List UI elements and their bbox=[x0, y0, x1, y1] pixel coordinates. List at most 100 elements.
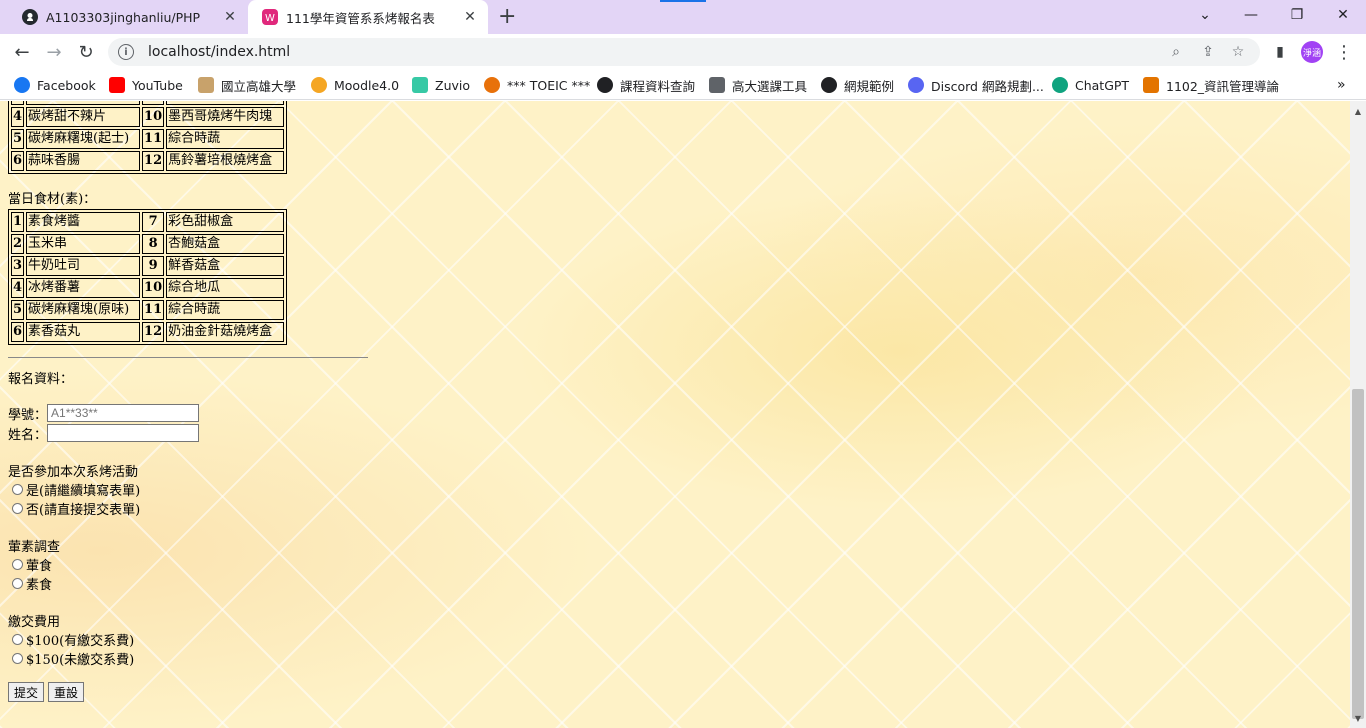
tab-search-chevron-icon[interactable]: ⌄ bbox=[1182, 0, 1228, 30]
diet-meat-option[interactable]: 葷食 bbox=[8, 555, 368, 574]
svg-text:W: W bbox=[265, 13, 275, 24]
scroll-up-icon[interactable]: ▲ bbox=[1350, 103, 1366, 119]
item-number: 9 bbox=[142, 256, 165, 276]
bookmark-discord[interactable]: Discord 網路規劃... bbox=[908, 75, 1044, 95]
submit-button[interactable]: 提交 bbox=[8, 682, 45, 702]
bookmark-moodle[interactable]: Moodle4.0 bbox=[311, 75, 399, 95]
option-label: $100(有繳交系費) bbox=[26, 634, 135, 649]
table-row: 5 碳烤麻糬塊(起士) 11 綜合時蔬 bbox=[11, 129, 285, 149]
item-name: 綜合時蔬 bbox=[166, 300, 285, 320]
bookmark-course-tool[interactable]: 高大選課工具 bbox=[709, 75, 807, 95]
item-name: 綜合地瓜 bbox=[166, 278, 285, 298]
bookmark-site-icon bbox=[1143, 77, 1159, 93]
minimize-button[interactable]: — bbox=[1228, 0, 1274, 30]
item-name: 蒜味香腸 bbox=[26, 151, 141, 171]
option-label: 否(請直接提交表單) bbox=[26, 503, 141, 518]
bookmark-course-query[interactable]: 課程資料查詢 bbox=[597, 75, 695, 95]
item-number: 6 bbox=[11, 322, 25, 342]
close-tab-icon[interactable]: ✕ bbox=[462, 9, 478, 25]
globe-icon bbox=[821, 77, 837, 93]
table-row: 6 素香菇丸 12 奶油金針菇燒烤盒 bbox=[11, 322, 285, 342]
bookmark-chatgpt[interactable]: ChatGPT bbox=[1052, 75, 1129, 95]
veg-ingredients-table: 1 素食烤醬 7 彩色甜椒盒 2 玉米串 8 杏鮑菇盒 3 牛奶吐司 9 鮮香菇盒 4 冰烤番薯 10 綜合地… bbox=[8, 209, 288, 345]
site-info-icon[interactable]: i bbox=[118, 44, 134, 60]
forward-button[interactable]: → bbox=[42, 40, 66, 64]
item-number: 9 bbox=[142, 101, 165, 105]
fee-150-option[interactable]: $150(未繳交系費) bbox=[8, 649, 368, 668]
bookmark-youtube[interactable]: YouTube bbox=[109, 75, 183, 95]
item-number: 6 bbox=[11, 151, 25, 171]
item-number: 11 bbox=[142, 300, 165, 320]
fee-100-radio[interactable] bbox=[12, 634, 23, 645]
moodle-icon bbox=[311, 77, 327, 93]
attend-no-radio[interactable] bbox=[12, 503, 23, 514]
bookmark-facebook[interactable]: Facebook bbox=[14, 75, 96, 95]
attend-no-option[interactable]: 否(請直接提交表單) bbox=[8, 499, 368, 518]
fee-100-option[interactable]: $100(有繳交系費) bbox=[8, 630, 368, 649]
scroll-down-icon[interactable]: ▼ bbox=[1350, 710, 1366, 726]
more-bookmarks-chevron-icon[interactable]: » bbox=[1337, 75, 1346, 95]
diet-veg-option[interactable]: 素食 bbox=[8, 574, 368, 593]
zoom-search-icon[interactable]: ⌕ bbox=[1166, 42, 1186, 62]
bookmark-toeic[interactable]: *** TOEIC *** bbox=[484, 75, 590, 95]
fee-question: 繳交費用 bbox=[8, 615, 61, 630]
browser-toolbar: ← → ↻ i localhost/index.html ⌕ ⇪ ☆ ▮ 淨涵 … bbox=[0, 34, 1366, 70]
bookmark-im-intro[interactable]: 1102_資訊管理導論 bbox=[1143, 75, 1279, 95]
bookmarks-bar: Facebook YouTube 國立高雄大學 Moodle4.0 Zuvio … bbox=[0, 70, 1366, 100]
facebook-icon bbox=[14, 77, 30, 93]
site-favicon-icon: W bbox=[262, 9, 278, 25]
veg-ingredients-heading: 當日食材(素)： bbox=[8, 192, 97, 207]
student-id-input[interactable] bbox=[47, 404, 200, 422]
back-button[interactable]: ← bbox=[10, 40, 34, 64]
youtube-icon bbox=[109, 77, 125, 93]
scrollbar-thumb[interactable] bbox=[1352, 389, 1364, 719]
tab-github[interactable]: A1103303jinghanliu/PHP ✕ bbox=[8, 0, 248, 34]
tab-title: 111學年資管系系烤報名表 bbox=[286, 10, 435, 26]
address-bar[interactable]: i localhost/index.html ⌕ ⇪ ☆ bbox=[108, 38, 1260, 66]
fee-150-radio[interactable] bbox=[12, 653, 23, 664]
page-scrollbar[interactable]: ▲ ▼ bbox=[1350, 101, 1366, 728]
close-window-button[interactable]: ✕ bbox=[1320, 0, 1366, 30]
tab-drag-indicator bbox=[660, 0, 706, 2]
close-tab-icon[interactable]: ✕ bbox=[222, 9, 238, 25]
tab-registration[interactable]: W 111學年資管系系烤報名表 ✕ bbox=[248, 0, 488, 34]
attend-yes-option[interactable]: 是(請繼續填寫表單) bbox=[8, 480, 368, 499]
bookmark-web-example[interactable]: 網規範例 bbox=[821, 75, 894, 95]
item-number: 3 bbox=[11, 256, 25, 276]
item-name: 秋刀魚 bbox=[166, 101, 285, 105]
university-icon bbox=[198, 77, 214, 93]
option-label: 素食 bbox=[26, 578, 53, 593]
item-number: 10 bbox=[142, 107, 165, 127]
item-name: 牛奶吐司 bbox=[26, 256, 141, 276]
name-label: 姓名： bbox=[8, 427, 48, 443]
restore-button[interactable]: ❐ bbox=[1274, 0, 1320, 30]
reset-button[interactable]: 重設 bbox=[48, 682, 85, 702]
menu-kebab-icon[interactable]: ⋮ bbox=[1332, 40, 1356, 64]
share-icon[interactable]: ⇪ bbox=[1198, 42, 1218, 62]
discord-icon bbox=[908, 77, 924, 93]
table-row: 1 素食烤醬 7 彩色甜椒盒 bbox=[11, 212, 285, 232]
bookmark-label: Facebook bbox=[37, 77, 96, 93]
item-number: 1 bbox=[11, 212, 25, 232]
url-text[interactable]: localhost/index.html bbox=[148, 44, 290, 60]
attend-yes-radio[interactable] bbox=[12, 484, 23, 495]
tab-strip: A1103303jinghanliu/PHP ✕ W 111學年資管系系烤報名表… bbox=[0, 0, 1366, 34]
meat-ingredients-table: 3牛奶吐司9秋刀魚4碳烤甜不辣片10墨西哥燒烤牛肉塊5碳烤麻糬塊(起士)11綜合… bbox=[8, 101, 288, 174]
diet-meat-radio[interactable] bbox=[12, 559, 23, 570]
table-row: 3 牛奶吐司 9 鮮香菇盒 bbox=[11, 256, 285, 276]
item-name: 奶油金針菇燒烤盒 bbox=[166, 322, 285, 342]
diet-veg-radio[interactable] bbox=[12, 578, 23, 589]
bookmark-star-icon[interactable]: ☆ bbox=[1228, 42, 1248, 62]
name-input[interactable] bbox=[47, 424, 200, 442]
table-row: 5 碳烤麻糬塊(原味) 11 綜合時蔬 bbox=[11, 300, 285, 320]
side-panel-icon[interactable]: ▮ bbox=[1268, 40, 1292, 64]
toeic-icon bbox=[484, 77, 500, 93]
new-tab-button[interactable]: + bbox=[498, 5, 516, 29]
bookmark-zuvio[interactable]: Zuvio bbox=[412, 75, 470, 95]
bookmark-nuk[interactable]: 國立高雄大學 bbox=[198, 75, 296, 95]
profile-avatar[interactable]: 淨涵 bbox=[1301, 41, 1323, 63]
item-name: 彩色甜椒盒 bbox=[166, 212, 285, 232]
reload-button[interactable]: ↻ bbox=[74, 40, 98, 64]
bookmark-label: 1102_資訊管理導論 bbox=[1166, 78, 1280, 94]
tab-title: A1103303jinghanliu/PHP bbox=[46, 9, 201, 25]
